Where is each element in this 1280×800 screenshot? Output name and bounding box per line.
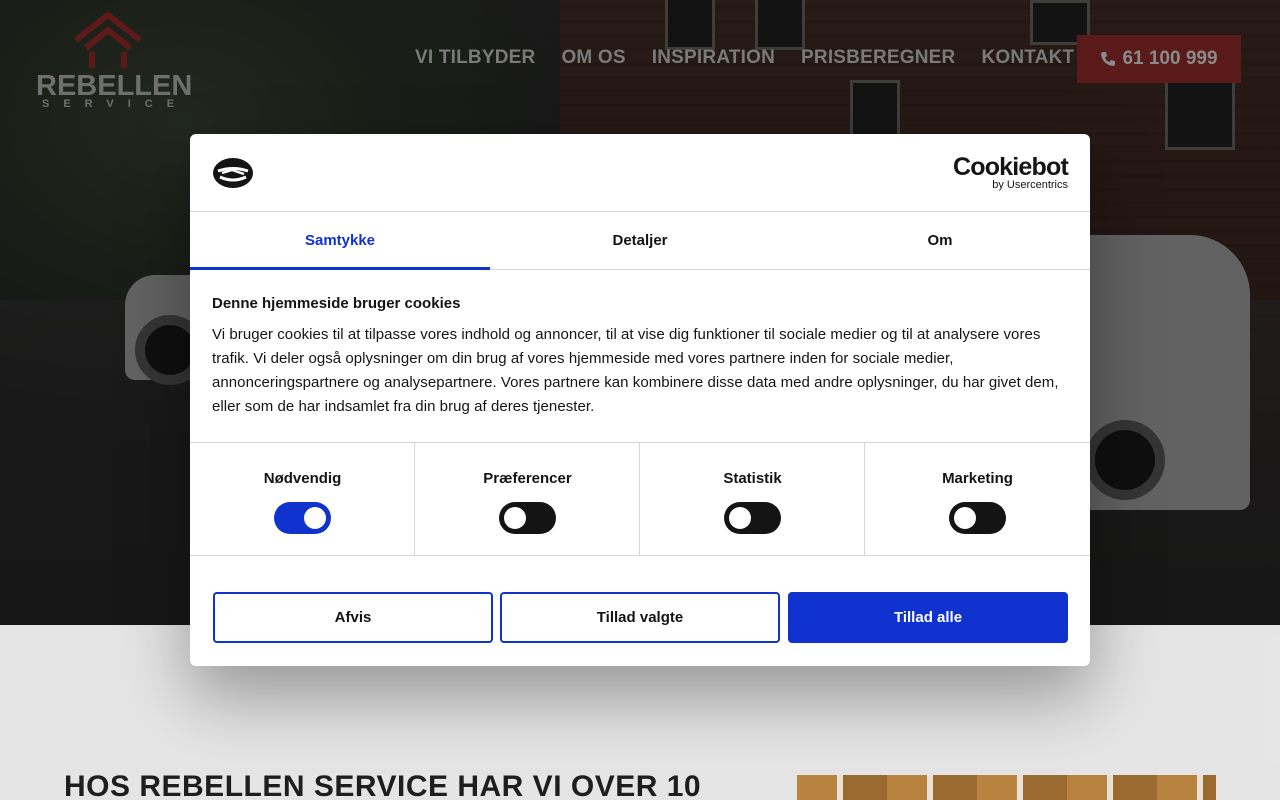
allow-all-button[interactable]: Tillad alle (788, 592, 1068, 643)
house-logo-icon (74, 11, 142, 68)
tab-samtykke[interactable]: Samtykke (190, 212, 490, 270)
logo-subtext: SERVICE (42, 98, 189, 110)
main-nav: VI TILBYDER OM OS INSPIRATION PRISBEREGN… (415, 47, 1100, 69)
category-noedvendig: Nødvendig (190, 443, 415, 556)
category-label: Marketing (942, 470, 1013, 487)
toggle-noedvendig[interactable] (274, 502, 331, 534)
category-label: Præferencer (483, 470, 572, 487)
nav-vi-tilbyder[interactable]: VI TILBYDER (415, 47, 535, 69)
cookie-consent-dialog: Cookiebot by Usercentrics Samtykke Detal… (190, 134, 1090, 666)
phone-number: 61 100 999 (1122, 48, 1218, 69)
cookiebot-brand[interactable]: Cookiebot by Usercentrics (952, 153, 1069, 191)
tab-om[interactable]: Om (790, 212, 1090, 269)
toggle-praeferencer[interactable] (499, 502, 556, 534)
section-headline: HOS REBELLEN SERVICE HAR VI OVER 10 (64, 770, 702, 800)
nav-om-os[interactable]: OM OS (561, 47, 625, 69)
nav-inspiration[interactable]: INSPIRATION (652, 47, 775, 69)
category-label: Statistik (723, 470, 782, 487)
category-marketing: Marketing (865, 443, 1090, 556)
dialog-tabs: Samtykke Detaljer Om (190, 212, 1090, 270)
dialog-header: Cookiebot by Usercentrics (190, 134, 1090, 212)
site-logo[interactable]: REBELLEN SERVICE (36, 10, 192, 110)
brand-name: Cookiebot (952, 153, 1069, 181)
category-label: Nødvendig (263, 470, 342, 487)
phone-icon (1101, 52, 1116, 66)
category-statistik: Statistik (640, 443, 865, 556)
consent-categories: Nødvendig Præferencer Statistik Marketin… (190, 442, 1090, 556)
toggle-marketing[interactable] (949, 502, 1006, 534)
decline-button[interactable]: Afvis (213, 592, 493, 643)
category-praeferencer: Præferencer (415, 443, 640, 556)
dialog-title: Denne hjemmeside bruger cookies (212, 295, 461, 312)
tab-detaljer[interactable]: Detaljer (490, 212, 790, 269)
nav-kontakt[interactable]: KONTAKT (981, 47, 1074, 69)
toggle-statistik[interactable] (724, 502, 781, 534)
phone-button[interactable]: 61 100 999 (1077, 35, 1241, 83)
allow-selected-button[interactable]: Tillad valgte (500, 592, 780, 643)
cookiebot-logo-icon (213, 158, 253, 188)
section-photo (797, 775, 1216, 800)
dialog-description: Vi bruger cookies til at tilpasse vores … (212, 326, 1059, 415)
nav-prisberegner[interactable]: PRISBEREGNER (801, 47, 955, 69)
